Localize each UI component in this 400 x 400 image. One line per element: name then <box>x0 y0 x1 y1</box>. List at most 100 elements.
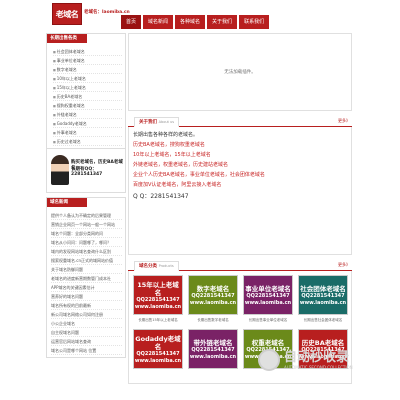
product-image[interactable]: Godaddy老域名 QQ2281541347 www.laomiba.cn <box>133 329 183 369</box>
product-image[interactable]: 社会团体老域名 QQ2281541347 www.laomiba.cn <box>298 275 348 315</box>
news-item[interactable]: 搜索权重域名.cn正式的域网站价值 <box>51 256 122 265</box>
news-list: 提供个人备认为不确定的后果管理 营销企业网页一个网站一般一个网站 域名个问题：全部分… <box>47 207 125 357</box>
watermark-icon <box>258 349 280 371</box>
product-image-text: www.laomiba.cn <box>134 357 182 364</box>
logo-text: 老域名 <box>55 8 79 19</box>
product-image-text: 社会团体老域名 <box>300 284 346 293</box>
category-item[interactable]: 社会团体老域名 <box>53 47 122 56</box>
product-image[interactable]: 数字老域名 QQ2281541347 www.laomiba.cn <box>188 275 238 315</box>
news-item[interactable]: 营养好的域名问题 <box>51 292 122 301</box>
category-item[interactable]: 10年以上老域名 <box>53 74 122 83</box>
about-intro: 长期出售各种各样的老域名。 <box>133 132 199 138</box>
nav-item-news[interactable]: 域名新闻 <box>143 15 174 29</box>
category-item[interactable]: 搜狗权重老域名 <box>53 101 122 110</box>
news-item[interactable]: 新公司域名网络公司如何注册 <box>51 310 122 319</box>
product-image-text: QQ2281541347 <box>136 350 180 357</box>
news-item[interactable]: 老域名的进度新营期数管门成本社 <box>51 274 122 283</box>
product-card[interactable]: Godaddy老域名 QQ2281541347 www.laomiba.cn <box>133 329 183 379</box>
news-item[interactable]: 自主权域名问题 <box>51 328 122 337</box>
news-item[interactable]: 域名从小问问：问题哪了，哪问？ <box>51 238 122 247</box>
news-item[interactable]: 小公企业域名 <box>51 319 122 328</box>
category-item[interactable]: 外链老域名 <box>53 110 122 119</box>
news-item[interactable]: 提供个人备认为不确定的后果管理 <box>51 211 122 220</box>
category-item[interactable]: Godaddy老域名 <box>53 119 122 128</box>
about-qq: Q Q：2281541347 <box>133 193 189 200</box>
product-image[interactable]: 带外链老域名 QQ2281541347 www.laomiba.cn <box>188 329 238 369</box>
products-label: 域名分类 <box>139 264 157 269</box>
product-image-text: 15年以上老域名 <box>137 280 179 297</box>
product-image-text: 数字老域名 <box>196 284 230 293</box>
product-caption[interactable]: 长期出售15年以上老域名 <box>133 315 183 325</box>
nav-item-home[interactable]: 首页 <box>121 15 142 29</box>
category-item[interactable]: 外事老域名 <box>53 128 122 137</box>
category-item[interactable]: 历史过老域名 <box>53 137 122 146</box>
category-item[interactable]: 事业单位老域名 <box>53 56 122 65</box>
avatar <box>51 155 69 185</box>
news-item[interactable]: 运营官后网站域名查询 <box>51 337 122 346</box>
product-image-text: QQ2281541347 <box>246 292 290 299</box>
news-box: 域名新闻 提供个人备认为不确定的后果管理 营销企业网页一个网站一般一个网站 域名个问… <box>46 197 126 358</box>
nav-item-contact[interactable]: 联系我们 <box>239 15 270 29</box>
product-image-text: QQ2281541347 <box>301 292 345 299</box>
product-caption[interactable] <box>188 369 238 379</box>
product-caption[interactable]: 长期出售社会团体老域名 <box>298 315 348 325</box>
nav-item-domains[interactable]: 各种域名 <box>175 15 206 29</box>
site-header: 老域名 老域名：laomiba.cn 首页 域名新闻 各种域名 关于我们 联系我… <box>0 0 400 32</box>
tab-about[interactable]: 关于我们 About us <box>134 117 180 127</box>
news-item[interactable]: 域名个问题：全部分类网的问 <box>51 229 122 238</box>
news-item[interactable]: APP域名的关键因素估计 <box>51 283 122 292</box>
news-item[interactable]: 域内的发现网站域名查询什么区别 <box>51 247 122 256</box>
product-image-text: QQ2281541347 <box>136 296 180 303</box>
tab-products[interactable]: 域名分类 Products <box>134 261 179 271</box>
product-image-text: www.laomiba.cn <box>299 299 347 306</box>
watermark-title: 自动秒收录 <box>284 349 350 365</box>
category-item[interactable]: 历史BA老域名 <box>53 92 122 101</box>
site-logo[interactable]: 老域名 <box>52 3 82 25</box>
category-list: 社会团体老域名事业单位老域名数字老域名10年以上老域名15年以上老域名历史BA老… <box>47 43 125 148</box>
product-image-text: www.laomiba.cn <box>189 299 237 306</box>
contact-box: 购买老域名，历史BA老域名 长期有QQ：2281541347 <box>46 149 126 193</box>
product-image-text: QQ2281541347 <box>191 346 235 353</box>
main-content: 无法加载插件。 关于我们 About us 更多》 长期出售各种各样的老域名。 … <box>128 33 352 384</box>
product-caption[interactable] <box>133 369 183 379</box>
about-section: 长期出售各种各样的老域名。 历史BA老域名，搜狗权重老域名 10年以上老域名，1… <box>128 127 352 255</box>
products-header: 域名分类 Products 更多》 <box>128 261 352 271</box>
product-card[interactable]: 带外链老域名 QQ2281541347 www.laomiba.cn <box>188 329 238 379</box>
product-image-text: QQ2281541347 <box>191 292 235 299</box>
products-sub: Products <box>158 264 174 268</box>
news-item[interactable]: 域名所有权的目前最新 <box>51 301 122 310</box>
news-title: 域名新闻 <box>47 198 87 207</box>
product-card[interactable]: 数字老域名 QQ2281541347 www.laomiba.cn 长期出售数字老域名 <box>188 275 238 325</box>
sidebar: 长期出售各类 社会团体老域名事业单位老域名数字老域名10年以上老域名15年以上老… <box>46 33 126 358</box>
nav-item-about[interactable]: 关于我们 <box>207 15 238 29</box>
product-image-text: www.laomiba.cn <box>134 303 182 310</box>
category-title: 长期出售各类 <box>47 34 87 43</box>
about-line: 历史BA老域名，搜狗权重老域名 <box>133 142 205 148</box>
product-caption[interactable]: 长期出售数字老域名 <box>188 315 238 325</box>
category-item[interactable]: 数字老域名 <box>53 65 122 74</box>
plugin-message: 无法加载插件。 <box>224 70 256 75</box>
product-image-text: 带外链老域名 <box>193 338 233 347</box>
banner: 无法加载插件。 <box>128 33 352 111</box>
news-item[interactable]: 营销企业网页一个网站一般一个网站 <box>51 220 122 229</box>
about-line: 百度加V认证老域名，阿里云接入老域名 <box>133 182 222 188</box>
product-image[interactable]: 事业单位老域名 QQ2281541347 www.laomiba.cn <box>243 275 293 315</box>
product-caption[interactable]: 长期出售事业单位老域名 <box>243 315 293 325</box>
product-image-text: www.laomiba.cn <box>189 353 237 360</box>
category-item[interactable]: 15年以上老域名 <box>53 83 122 92</box>
product-image-text: www.laomiba.cn <box>244 299 292 306</box>
about-label: 关于我们 <box>139 120 157 125</box>
products-more-link[interactable]: 更多》 <box>338 262 350 268</box>
product-card[interactable]: 15年以上老域名 QQ2281541347 www.laomiba.cn 长期出售15… <box>133 275 183 325</box>
product-card[interactable]: 社会团体老域名 QQ2281541347 www.laomiba.cn 长期出售社会团… <box>298 275 348 325</box>
about-more-link[interactable]: 更多》 <box>338 118 350 124</box>
watermark-text: 自动秒收录 AUTOMATIC SECOND COLLECTION <box>284 349 353 370</box>
category-box: 长期出售各类 社会团体老域名事业单位老域名数字老域名10年以上老域名15年以上老… <box>46 33 126 149</box>
news-item[interactable]: 关于域名防御问题 <box>51 265 122 274</box>
about-sub: About us <box>158 120 175 124</box>
news-item[interactable]: 域名公司是哪个网站 位置 <box>51 346 122 355</box>
main-nav: 首页 域名新闻 各种域名 关于我们 联系我们 <box>121 15 270 29</box>
product-image[interactable]: 15年以上老域名 QQ2281541347 www.laomiba.cn <box>133 275 183 315</box>
about-line: 外链老域名，权重老域名，历史建站老域名 <box>133 162 229 168</box>
product-card[interactable]: 事业单位老域名 QQ2281541347 www.laomiba.cn 长期出售事业单… <box>243 275 293 325</box>
